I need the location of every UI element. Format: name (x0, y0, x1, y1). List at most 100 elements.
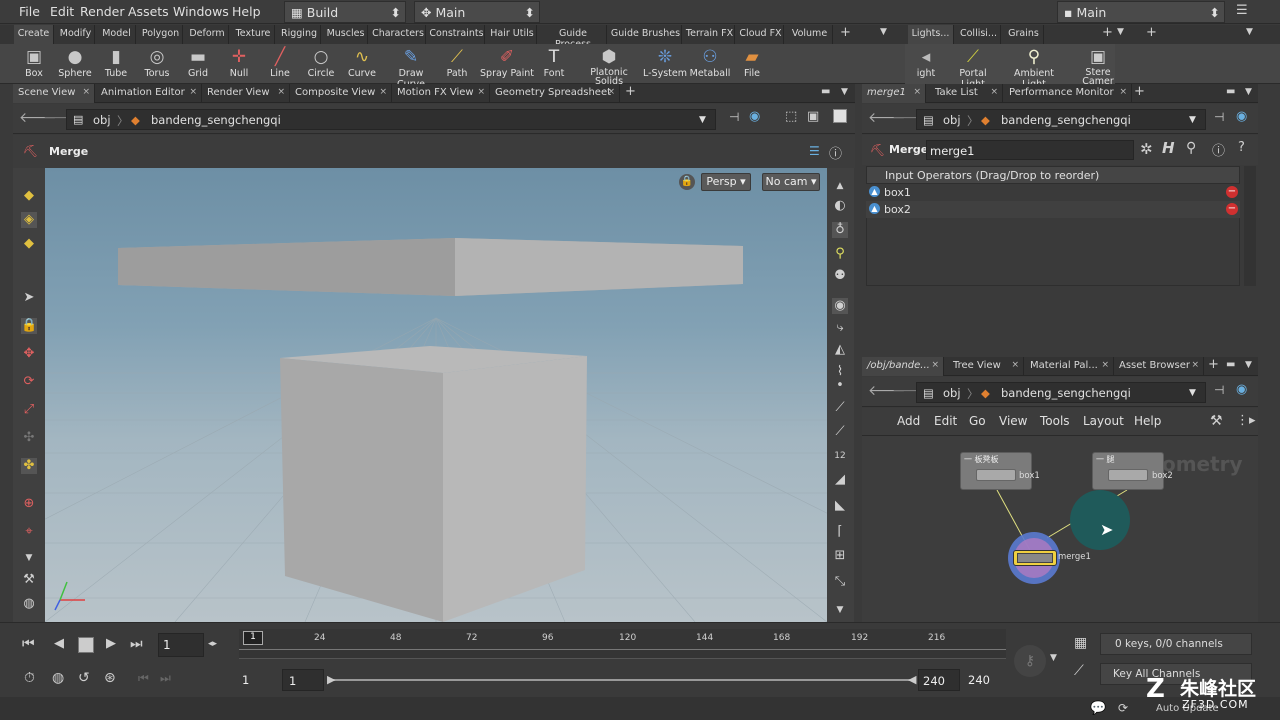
shelf-tab-characters[interactable]: Characters (371, 25, 426, 44)
chevron-down-icon[interactable]: ▼ (841, 87, 848, 97)
display-uv-icon[interactable]: ⟋ (832, 424, 848, 440)
tool-curve[interactable]: ∿ Curve (337, 46, 387, 79)
display-options-icon[interactable]: ⬚ (785, 109, 797, 124)
gear-icon[interactable]: ✲ (1140, 140, 1153, 158)
chevron-down-icon[interactable]: ▼ (1189, 388, 1196, 398)
state-options-icon[interactable]: ☰ (809, 144, 820, 158)
pin-icon[interactable]: ⊣ (729, 110, 739, 124)
tab-network-editor[interactable]: /obj/bande... × (862, 357, 944, 376)
display-vector-icon[interactable]: ⟋ (832, 400, 848, 416)
scale-icon[interactable]: ⤢ (21, 402, 37, 418)
tool-font[interactable]: T Font (529, 46, 579, 79)
node-name-field[interactable]: merge1 (926, 140, 1134, 160)
audio-icon[interactable]: ◍ (52, 670, 64, 686)
help-icon[interactable]: ? (1238, 140, 1245, 155)
rotate-icon[interactable]: ⟳ (21, 374, 37, 390)
tab-take-list[interactable]: Take List × (930, 84, 1003, 103)
more-icon[interactable]: ⋮▸ (1236, 413, 1256, 428)
parameter-path[interactable]: ▤ obj 〉 ◆ bandeng_sengchengqi ▼ (916, 109, 1206, 130)
add-shelf-icon[interactable]: + (1102, 25, 1113, 40)
menu-tools[interactable]: Tools (1040, 414, 1070, 428)
shelf-tab-deform[interactable]: Deform (186, 25, 229, 44)
display-prim-icon[interactable]: ◢ (832, 472, 848, 488)
close-icon[interactable]: × (82, 87, 90, 97)
dot-icon[interactable]: • (832, 378, 848, 394)
help-icon[interactable]: ⓘ (829, 143, 842, 162)
shelf-tab-polygon[interactable]: Polygon (139, 25, 183, 44)
close-icon[interactable]: × (913, 87, 921, 97)
snap-icon[interactable]: ⌖ (21, 524, 37, 540)
handle-icon[interactable]: ✣ (21, 430, 37, 446)
shelf-tab-guide-brushes[interactable]: Guide Brushes (610, 25, 682, 44)
remove-input-icon[interactable]: − (1226, 203, 1238, 215)
add-shelf-icon[interactable]: + (1146, 25, 1157, 40)
perspective-menu[interactable]: Persp ▾ (701, 173, 751, 191)
tool-light-partial[interactable]: ◂ ight (908, 46, 944, 79)
realtime-icon[interactable]: ⏱ (24, 670, 35, 686)
loop-icon[interactable]: ↺ (78, 670, 90, 686)
close-icon[interactable]: × (931, 360, 939, 370)
shelf-tab-terrain-fx[interactable]: Terrain FX (685, 25, 735, 44)
wrench-icon[interactable]: ⚒ (1210, 413, 1223, 429)
shelf-tab-hair-utils[interactable]: Hair Utils (488, 25, 537, 44)
end-frame-field[interactable]: 240 (964, 669, 1006, 691)
network-editor-path[interactable]: ▤ obj 〉 ◆ bandeng_sengchengqi ▼ (916, 382, 1206, 403)
display-points-icon[interactable]: ◉ (832, 298, 848, 314)
range-start-handle[interactable]: ▶ (327, 673, 335, 686)
render-region-icon[interactable]: ◍ (21, 596, 37, 612)
jump-end-icon[interactable]: ⏭ (130, 636, 143, 652)
shelf-tab-texture[interactable]: Texture (232, 25, 275, 44)
add-tab-icon[interactable]: + (1134, 84, 1145, 99)
menu-render[interactable]: Render (80, 4, 125, 19)
input-arrow-icon[interactable]: ▲ (869, 186, 880, 197)
shelf-tab-constraints[interactable]: Constraints (429, 25, 485, 44)
display-axis-icon[interactable]: ⤡ (832, 574, 848, 590)
snapshot-icon[interactable]: ▣ (807, 109, 819, 124)
chevron-down-icon[interactable]: ▼ (21, 550, 37, 566)
scrollbar[interactable] (1244, 166, 1256, 286)
display-prim-numbers-icon[interactable]: ◣ (832, 498, 848, 514)
close-icon[interactable]: × (189, 87, 197, 97)
menu-view[interactable]: View (999, 414, 1027, 428)
add-tab-icon[interactable]: + (1208, 357, 1219, 372)
menu-assets[interactable]: Assets (128, 4, 169, 19)
shelf-tab-lights[interactable]: Lights... (908, 25, 954, 44)
chevron-down-icon[interactable]: ▼ (1246, 27, 1253, 37)
shelf-tab-muscles[interactable]: Muscles (324, 25, 368, 44)
pose-icon[interactable]: ✤ (21, 458, 37, 474)
path-node[interactable]: bandeng_sengchengqi (1001, 386, 1131, 400)
menu-windows[interactable]: Windows (173, 4, 229, 19)
close-icon[interactable]: × (277, 87, 285, 97)
right-context-selector[interactable]: ▪ Main ⬍ (1057, 1, 1225, 23)
context-selector[interactable]: ✥ Main ⬍ (414, 1, 540, 23)
desktop-selector[interactable]: ▦ Build ⬍ (284, 1, 406, 23)
transform-icon[interactable]: ✥ (21, 346, 37, 362)
close-icon[interactable]: × (477, 87, 485, 97)
play-icon[interactable]: ▶ (106, 636, 116, 651)
tools-icon[interactable]: ⚒ (21, 572, 37, 588)
hda-icon[interactable]: H (1162, 139, 1175, 157)
link-icon[interactable]: ◉ (1236, 382, 1247, 397)
maximize-icon[interactable]: ▬ (1226, 86, 1235, 97)
point-numbers-icon[interactable]: 12 (832, 448, 848, 464)
tab-tree-view[interactable]: Tree View × (948, 357, 1024, 376)
tab-performance-monitor[interactable]: Performance Monitor × (1004, 84, 1132, 103)
chevron-up-icon[interactable]: ▲ (832, 178, 848, 194)
tool-l-system[interactable]: ❊ L-System (640, 46, 690, 79)
tab-material-palette[interactable]: Material Pal... × (1025, 357, 1114, 376)
key-icon[interactable]: ⚷ (1014, 645, 1046, 677)
shelf-tab-model[interactable]: Model (98, 25, 136, 44)
current-frame-field[interactable]: 1 (158, 633, 204, 657)
start-frame-field[interactable]: 1 (236, 669, 278, 691)
info-icon[interactable]: ⓘ (1212, 140, 1225, 159)
background-color-icon[interactable] (833, 109, 847, 123)
tab-animation-editor[interactable]: Animation Editor × (96, 84, 202, 103)
scene-viewport[interactable]: 🔒 Persp ▾ No cam ▾ (45, 168, 827, 622)
add-tab-icon[interactable]: + (625, 84, 636, 99)
update-icon[interactable]: ⟳ (1118, 701, 1128, 715)
tool-stereo-camera[interactable]: ▣ Stere Camer (1078, 46, 1118, 86)
path-root[interactable]: obj (943, 113, 961, 127)
tool-path[interactable]: ⟋ Path (432, 46, 482, 79)
input-row-box2[interactable]: ▲ box2 − (866, 201, 1240, 218)
tab-asset-browser[interactable]: Asset Browser × (1114, 357, 1204, 376)
